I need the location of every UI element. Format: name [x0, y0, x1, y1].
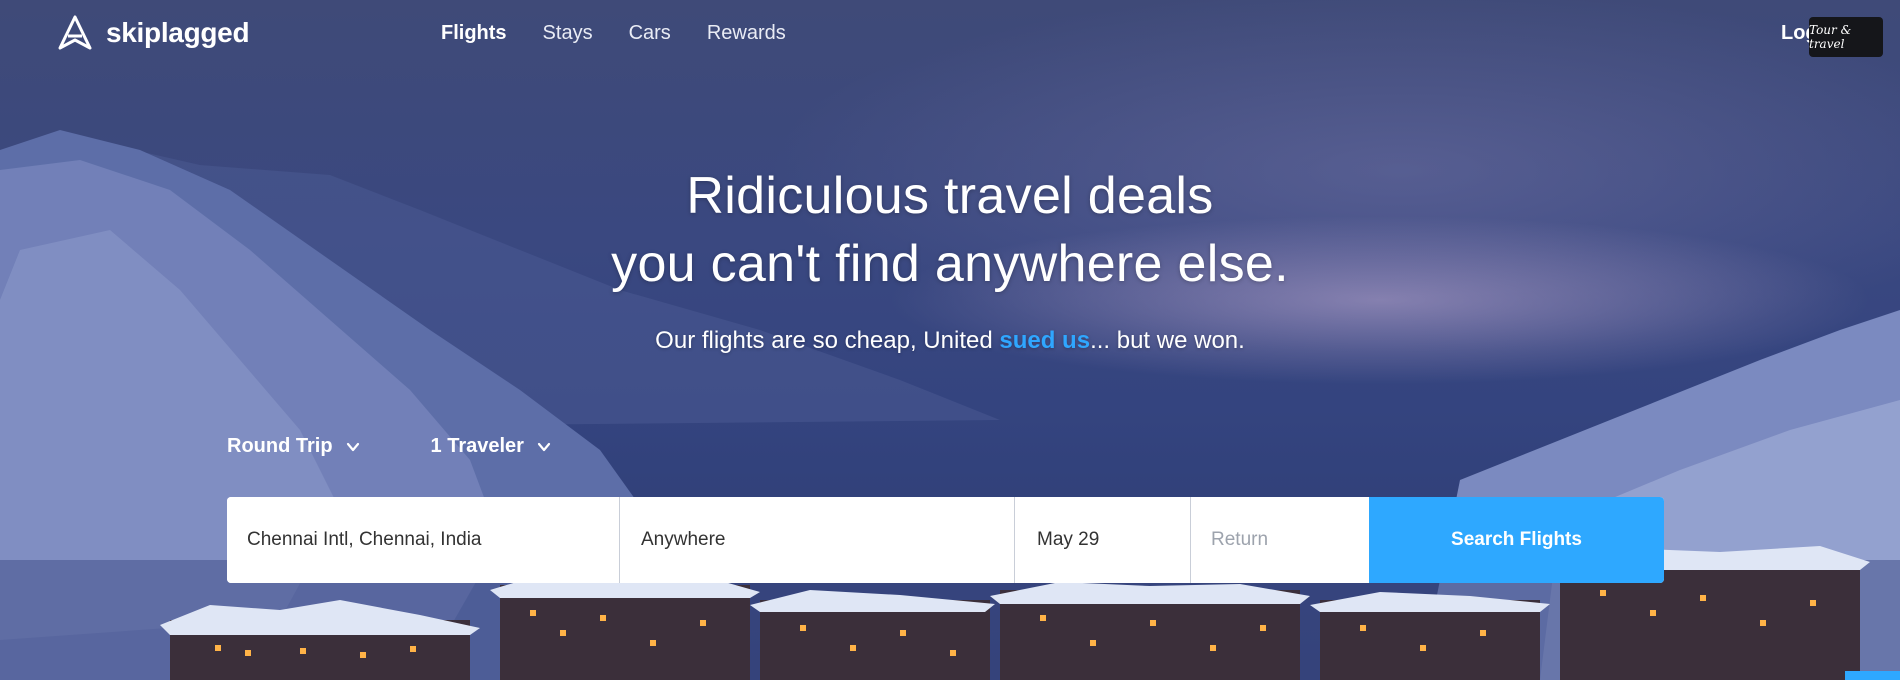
- chevron-down-icon: [537, 442, 551, 451]
- trip-type-label: Round Trip: [227, 435, 333, 457]
- headline-line-1: Ridiculous travel deals: [686, 167, 1214, 225]
- origin-input[interactable]: Chennai Intl, Chennai, India: [227, 497, 620, 583]
- trip-type-dropdown[interactable]: Round Trip: [227, 435, 361, 458]
- flight-search-bar: Chennai Intl, Chennai, India Anywhere Ma…: [227, 497, 1664, 583]
- chevron-down-icon: [346, 442, 359, 451]
- hero-headline: Ridiculous travel deals you can't find a…: [0, 162, 1900, 298]
- main-nav: Flights Stays Cars Rewards: [441, 22, 786, 45]
- travelers-dropdown[interactable]: 1 Traveler: [431, 435, 552, 458]
- destination-input[interactable]: Anywhere: [620, 497, 1015, 583]
- depart-date-input[interactable]: May 29: [1015, 497, 1191, 583]
- subheadline-text-start: Our flights are so cheap, United: [655, 327, 1000, 354]
- nav-cars[interactable]: Cars: [629, 22, 671, 45]
- nav-flights[interactable]: Flights: [441, 22, 507, 45]
- travelers-label: 1 Traveler: [430, 435, 524, 457]
- brand-logo[interactable]: skiplagged: [56, 14, 250, 52]
- search-flights-button[interactable]: Search Flights: [1369, 497, 1664, 583]
- headline-line-2: you can't find anywhere else.: [611, 235, 1289, 293]
- subheadline-text-end: ... but we won.: [1090, 327, 1245, 354]
- brand-name: skiplagged: [106, 17, 250, 48]
- return-date-input[interactable]: Return: [1191, 497, 1369, 583]
- hero-subheadline: Our flights are so cheap, United sued us…: [0, 327, 1900, 355]
- nav-stays[interactable]: Stays: [543, 22, 593, 45]
- skiplagged-logo-icon: [58, 15, 92, 50]
- tour-travel-widget[interactable]: Tour & travel: [1809, 17, 1883, 57]
- nav-rewards[interactable]: Rewards: [707, 22, 786, 45]
- corner-tab[interactable]: [1845, 671, 1900, 680]
- sued-us-link[interactable]: sued us: [999, 327, 1090, 354]
- search-options: Round Trip 1 Traveler: [227, 435, 552, 458]
